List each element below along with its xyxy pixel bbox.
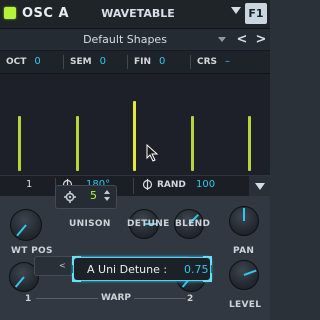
level-knob[interactable] <box>229 260 259 290</box>
blend-label: BLEND <box>175 219 211 229</box>
crs-label: CRS <box>197 57 218 67</box>
knob-indicator <box>243 208 245 221</box>
preset-row: Default Shapes < > <box>0 29 270 51</box>
wavetable-menu-caret-icon[interactable] <box>231 7 241 14</box>
pitch-params-row: OCT 0 SEM 0 FIN 0 CRS – <box>0 51 270 74</box>
mouse-cursor-icon <box>146 144 159 162</box>
unison-stepper[interactable] <box>104 190 112 204</box>
tooltip-label: A Uni Detune : <box>87 263 168 276</box>
oct-value[interactable]: 0 <box>34 56 40 67</box>
level-label: LEVEL <box>229 300 262 310</box>
sem-param[interactable]: SEM 0 <box>70 51 106 73</box>
detune-label: DETUNE <box>127 219 170 229</box>
crs-param[interactable]: CRS – <box>197 51 230 73</box>
stepper-down-icon[interactable] <box>104 197 110 201</box>
next-wavetable-button[interactable]: > <box>254 31 268 48</box>
unison-voice-bar <box>76 116 79 171</box>
wavetable-preset-name[interactable]: Default Shapes <box>0 29 250 50</box>
oct-param[interactable]: OCT 0 <box>6 51 41 73</box>
wavetable-menu-button[interactable] <box>249 176 270 196</box>
fin-label: FIN <box>134 57 152 67</box>
f1-button[interactable]: F1 <box>245 3 267 24</box>
tooltip-corner <box>203 273 212 282</box>
divider <box>133 178 134 194</box>
pan-label: PAN <box>233 246 255 256</box>
unison-label: UNISON <box>69 219 111 229</box>
divider <box>190 55 191 69</box>
sem-value[interactable]: 0 <box>100 56 106 67</box>
oct-label: OCT <box>6 57 27 67</box>
tooltip-corner <box>203 256 212 265</box>
fin-value[interactable]: 0 <box>159 56 165 67</box>
preset-dropdown-icon[interactable] <box>218 37 226 42</box>
stepper-up-icon[interactable] <box>104 190 110 194</box>
crs-value[interactable]: – <box>225 56 230 67</box>
wt-pos-label: WT POS <box>11 246 53 256</box>
rand-label: RAND <box>157 180 186 190</box>
tooltip-corner <box>72 273 81 282</box>
warp-1-number: 1 <box>25 294 32 304</box>
warp-prev-left[interactable]: < <box>59 261 66 270</box>
gear-icon[interactable] <box>64 191 76 203</box>
detune-tooltip: A Uni Detune : 0.75 <box>72 256 212 282</box>
rand-value[interactable]: 100 <box>196 179 215 190</box>
osc-power-toggle[interactable] <box>4 7 16 19</box>
unison-voice-bar <box>191 116 194 171</box>
tooltip-corner <box>72 256 81 265</box>
knob-indicator <box>14 276 25 288</box>
wavetable-title[interactable]: WAVETABLE <box>58 4 218 24</box>
chevron-down-icon <box>255 183 265 190</box>
pan-knob[interactable] <box>229 206 259 236</box>
fin-param[interactable]: FIN 0 <box>134 51 165 73</box>
prev-wavetable-button[interactable]: < <box>235 31 249 48</box>
wt-position-number[interactable]: 1 <box>26 179 32 190</box>
unison-voice-bar <box>18 116 21 171</box>
unison-voices-box[interactable]: 5 <box>55 185 117 209</box>
wt-pos-knob[interactable] <box>10 209 42 241</box>
oscillator-header: OSC A WAVETABLE F1 <box>0 0 270 29</box>
warp-label: WARP <box>98 293 135 303</box>
divider <box>63 55 64 69</box>
wavetable-info-row: 1 180° RAND 100 <box>0 175 270 196</box>
wavetable-display[interactable] <box>0 74 270 175</box>
sem-label: SEM <box>70 57 92 67</box>
unison-voices-value[interactable]: 5 <box>90 189 97 202</box>
serum-osc-panel: OSC A WAVETABLE F1 Default Shapes < > OC… <box>0 0 270 320</box>
knob-indicator <box>243 269 257 276</box>
unison-voice-bar-center <box>133 101 136 171</box>
rand-phase-icon <box>142 179 153 190</box>
divider <box>127 55 128 69</box>
knob-indicator <box>16 224 27 237</box>
warp-2-number: 2 <box>187 294 194 304</box>
unison-voice-bar <box>248 116 251 171</box>
